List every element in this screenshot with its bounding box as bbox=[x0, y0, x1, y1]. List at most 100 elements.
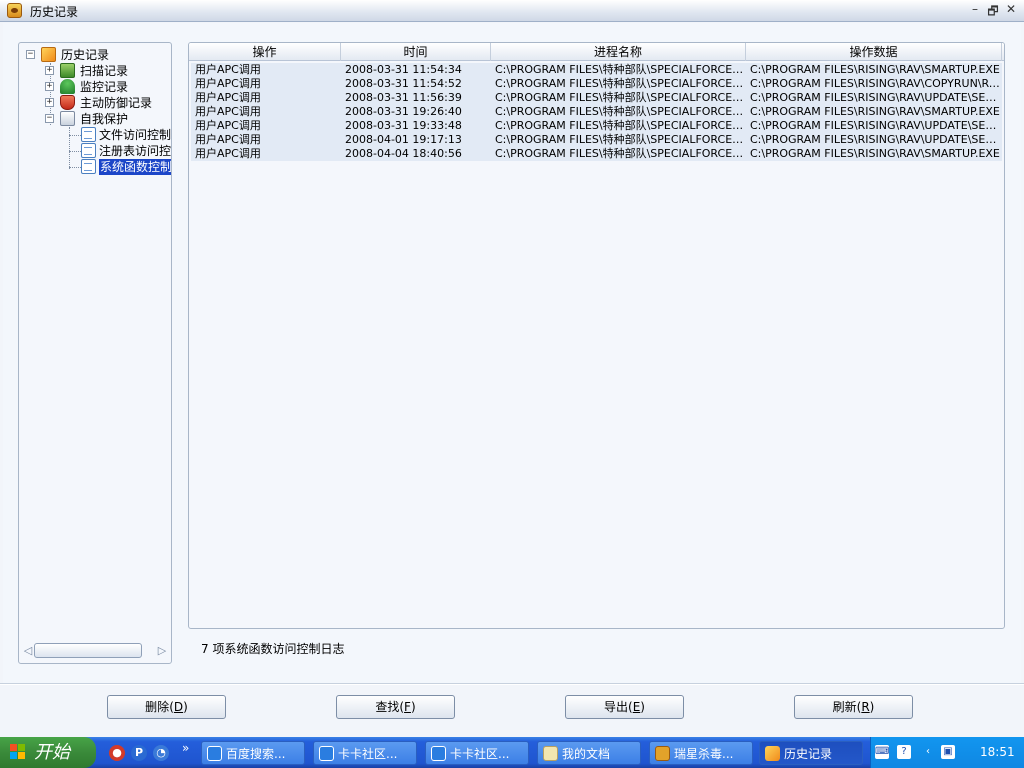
tree-item-label: 历史记录 bbox=[61, 48, 110, 62]
tree-item-label: 扫描记录 bbox=[80, 64, 129, 78]
scroll-thumb[interactable] bbox=[34, 643, 142, 658]
title-bar: 历史记录 – 🗗 ✕ bbox=[0, 0, 1024, 22]
quicklaunch-icon-p[interactable]: P bbox=[131, 745, 147, 761]
cell-operation: 用户APC调用 bbox=[195, 91, 261, 104]
umbrella-icon bbox=[60, 79, 75, 94]
table-row[interactable]: 用户APC调用 2008-03-31 11:54:34 C:\PROGRAM FIL… bbox=[191, 63, 1002, 77]
keyboard-icon[interactable]: ⌨ bbox=[875, 745, 889, 759]
expand-icon[interactable]: + bbox=[45, 66, 54, 75]
cell-data: C:\PROGRAM FILES\RISING\RAV\SMARTUP.EXE bbox=[750, 63, 1000, 76]
table-row[interactable]: 用户APC调用 2008-03-31 19:33:48 C:\PROGRAM FIL… bbox=[191, 119, 1002, 133]
scan-icon bbox=[60, 63, 75, 78]
tree-item-label-selected: 系统函数控制 bbox=[99, 159, 172, 175]
quicklaunch-icon-1[interactable]: ● bbox=[109, 745, 125, 761]
button-hotkey: D bbox=[173, 700, 184, 714]
cell-process: C:\PROGRAM FILES\特种部队\SPECIALFORCE\G... bbox=[495, 91, 746, 104]
task-baidu[interactable]: 百度搜索... bbox=[201, 741, 305, 765]
collapse-icon[interactable]: − bbox=[26, 50, 35, 59]
tray-expand-icon[interactable]: ‹ bbox=[921, 745, 935, 759]
expand-icon[interactable]: + bbox=[45, 82, 54, 91]
tree-item-label: 注册表访问控制 bbox=[99, 144, 172, 158]
ie-icon bbox=[319, 746, 334, 761]
tree-line bbox=[69, 151, 81, 152]
column-header-operation[interactable]: 操作 bbox=[189, 43, 341, 61]
window-title: 历史记录 bbox=[30, 5, 79, 19]
task-label: 历史记录 bbox=[784, 747, 833, 761]
tree-item-defense[interactable]: + 主动防御记录 bbox=[45, 95, 171, 111]
cell-process: C:\PROGRAM FILES\特种部队\SPECIALFORCE\G... bbox=[495, 119, 746, 132]
tree-line bbox=[69, 127, 70, 169]
minimize-button[interactable]: – bbox=[968, 2, 982, 16]
export-button[interactable]: 导出(E) bbox=[565, 695, 684, 719]
column-header-process[interactable]: 进程名称 bbox=[491, 43, 746, 61]
start-label: 开始 bbox=[34, 742, 70, 763]
cell-data: C:\PROGRAM FILES\RISING\RAV\UPDATE\SETUP… bbox=[750, 119, 1002, 132]
cell-time: 2008-03-31 11:56:39 bbox=[345, 91, 462, 104]
ie-icon bbox=[207, 746, 222, 761]
cell-operation: 用户APC调用 bbox=[195, 133, 261, 146]
list-header: 操作 时间 进程名称 操作数据 bbox=[189, 43, 1004, 61]
tree-horizontal-scrollbar[interactable]: ◁ ▷ bbox=[22, 642, 170, 660]
cell-data: C:\PROGRAM FILES\RISING\RAV\COPYRUN\RAV.… bbox=[750, 77, 1002, 90]
tree-item-system-function[interactable]: 系统函数控制 bbox=[81, 159, 172, 175]
tree-item-monitor[interactable]: + 监控记录 bbox=[45, 79, 171, 95]
folder-icon bbox=[543, 746, 558, 761]
lock-icon bbox=[60, 111, 75, 126]
task-kaka-2[interactable]: 卡卡社区... bbox=[425, 741, 529, 765]
windows-logo-icon bbox=[10, 744, 27, 761]
table-row[interactable]: 用户APC调用 2008-03-31 19:26:40 C:\PROGRAM FIL… bbox=[191, 105, 1002, 119]
cell-time: 2008-04-04 18:40:56 bbox=[345, 147, 462, 160]
cell-time: 2008-03-31 19:33:48 bbox=[345, 119, 462, 132]
table-row[interactable]: 用户APC调用 2008-03-31 11:54:52 C:\PROGRAM FIL… bbox=[191, 77, 1002, 91]
tree-item-scan[interactable]: + 扫描记录 bbox=[45, 63, 171, 79]
task-label: 卡卡社区... bbox=[450, 747, 510, 761]
restore-button[interactable]: 🗗 bbox=[986, 2, 1000, 23]
help-icon[interactable]: ? bbox=[897, 745, 911, 759]
table-row[interactable]: 用户APC调用 2008-04-01 19:17:13 C:\PROGRAM FIL… bbox=[191, 133, 1002, 147]
column-header-time[interactable]: 时间 bbox=[341, 43, 491, 61]
status-text: 7 项系统函数访问控制日志 bbox=[201, 642, 345, 656]
column-header-data[interactable]: 操作数据 bbox=[746, 43, 1002, 61]
tree-item-label: 主动防御记录 bbox=[80, 96, 153, 110]
task-rising[interactable]: 瑞星杀毒... bbox=[649, 741, 753, 765]
cell-data: C:\PROGRAM FILES\RISING\RAV\UPDATE\SETUP… bbox=[750, 133, 1002, 146]
cell-process: C:\PROGRAM FILES\特种部队\SPECIALFORCE\G... bbox=[495, 63, 746, 76]
task-history[interactable]: 历史记录 bbox=[759, 741, 863, 765]
scroll-left-icon[interactable]: ◁ bbox=[22, 644, 34, 658]
table-row[interactable]: 用户APC调用 2008-04-04 18:40:56 C:\PROGRAM FIL… bbox=[191, 147, 1002, 161]
button-hotkey: E bbox=[632, 700, 641, 714]
tree-item-file-access[interactable]: 文件访问控制 bbox=[81, 127, 171, 143]
expand-icon[interactable]: + bbox=[45, 98, 54, 107]
scroll-right-icon[interactable]: ▷ bbox=[156, 644, 168, 658]
task-label: 百度搜索... bbox=[226, 747, 286, 761]
task-kaka-1[interactable]: 卡卡社区... bbox=[313, 741, 417, 765]
cell-data: C:\PROGRAM FILES\RISING\RAV\UPDATE\SETUP… bbox=[750, 91, 1002, 104]
quicklaunch-icon-chat[interactable]: ◔ bbox=[153, 745, 169, 761]
cell-process: C:\PROGRAM FILES\特种部队\SPECIALFORCE\G... bbox=[495, 133, 746, 146]
collapse-icon[interactable]: − bbox=[45, 114, 54, 123]
tree-item-registry-access[interactable]: 注册表访问控制 bbox=[81, 143, 172, 159]
table-row[interactable]: 用户APC调用 2008-03-31 11:56:39 C:\PROGRAM FIL… bbox=[191, 91, 1002, 105]
history-icon bbox=[765, 746, 780, 761]
refresh-button[interactable]: 刷新(R) bbox=[794, 695, 913, 719]
start-button[interactable]: 开始 bbox=[0, 737, 96, 768]
cell-time: 2008-03-31 11:54:52 bbox=[345, 77, 462, 90]
task-my-documents[interactable]: 我的文档 bbox=[537, 741, 641, 765]
find-button[interactable]: 查找(F) bbox=[336, 695, 455, 719]
tree-item-root[interactable]: − 历史记录 bbox=[26, 47, 171, 63]
document-icon bbox=[81, 143, 96, 158]
tree-panel: − 历史记录 + 扫描记录 + 监控记录 + 主动防御记录 − 自我保护 文件访… bbox=[18, 42, 172, 664]
document-icon bbox=[81, 159, 96, 174]
cell-process: C:\PROGRAM FILES\特种部队\SPECIALFORCE\G... bbox=[495, 105, 746, 118]
history-icon bbox=[41, 47, 56, 62]
tree-item-label: 监控记录 bbox=[80, 80, 129, 94]
delete-button[interactable]: 删除(D) bbox=[107, 695, 226, 719]
network-icon[interactable]: ▣ bbox=[941, 745, 955, 759]
task-label: 卡卡社区... bbox=[338, 747, 398, 761]
cell-operation: 用户APC调用 bbox=[195, 63, 261, 76]
cell-operation: 用户APC调用 bbox=[195, 105, 261, 118]
tree-item-self-protect[interactable]: − 自我保护 bbox=[45, 111, 171, 127]
quicklaunch-more-icon[interactable]: » bbox=[182, 741, 189, 755]
task-label: 我的文档 bbox=[562, 747, 611, 761]
close-button[interactable]: ✕ bbox=[1004, 2, 1018, 16]
